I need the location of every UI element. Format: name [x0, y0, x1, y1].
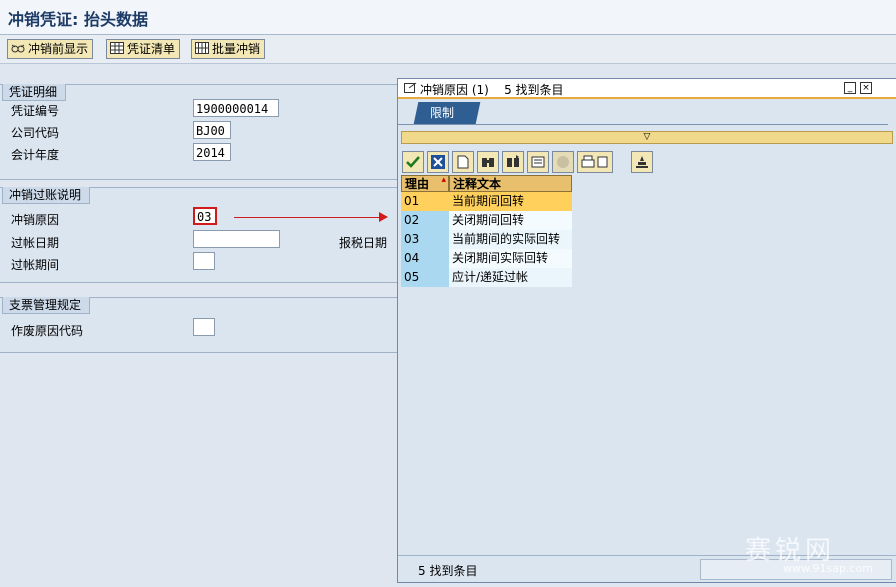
- sort-ascending-icon: ▴: [441, 175, 446, 185]
- reason-text-cell: 当前期间回转: [449, 192, 572, 211]
- status-text: 5 找到条目: [418, 564, 478, 578]
- popup-window-icon: [404, 82, 417, 97]
- group-header: 冲销过账说明: [2, 187, 91, 204]
- posting-period-field[interactable]: [193, 252, 215, 270]
- reversal-reason-popup: 冲销原因 (1) 5 找到条目 _ × 限制 ▽ 理由 ▴ 注释文本 01 当前…: [397, 78, 896, 583]
- fiscal-year-field[interactable]: 2014: [193, 143, 231, 161]
- reversal-posting-group: 冲销过账说明 冲销原因 03 过帐日期 报税日期 过帐期间: [0, 187, 399, 283]
- reason-text-cell: 应计/递延过帐: [449, 268, 572, 287]
- reason-code-cell: 02: [401, 211, 449, 230]
- column-header-text[interactable]: 注释文本: [449, 175, 572, 192]
- watermark-url: www.91sap.com: [783, 562, 873, 575]
- triangle-down-icon: ▽: [643, 132, 651, 142]
- new-document-icon[interactable]: [452, 151, 474, 173]
- reason-code-cell: 05: [401, 268, 449, 287]
- sort-icon[interactable]: [527, 151, 549, 173]
- company-code-field[interactable]: BJ00: [193, 121, 231, 139]
- settings-icon[interactable]: [631, 151, 653, 173]
- check-management-group: 支票管理规定 作废原因代码: [0, 297, 399, 353]
- reason-code-cell: 03: [401, 230, 449, 249]
- void-reason-field[interactable]: [193, 318, 215, 336]
- reversal-reason-label: 冲销原因: [11, 213, 60, 227]
- popup-title: 冲销原因 (1) 5 找到条目: [420, 83, 564, 97]
- find-icon[interactable]: [477, 151, 499, 173]
- tax-reporting-date-label: 报税日期: [339, 236, 388, 250]
- annotation-arrowhead: [379, 212, 388, 222]
- reason-text-cell: 关闭期间实际回转: [449, 249, 572, 268]
- reason-code-cell: 04: [401, 249, 449, 268]
- help-icon-disabled: [552, 151, 574, 173]
- batch-reversal-button[interactable]: 批量冲销: [191, 39, 266, 59]
- minimize-icon[interactable]: _: [844, 82, 856, 94]
- popup-toolbar: [398, 149, 896, 173]
- find-next-icon[interactable]: [502, 151, 524, 173]
- posting-date-field[interactable]: [193, 230, 280, 248]
- tab-underline: [398, 124, 888, 125]
- column-header-reason[interactable]: 理由 ▴: [401, 175, 449, 192]
- group-header: 支票管理规定: [2, 297, 91, 314]
- annotation-arrow: [234, 217, 382, 218]
- document-list-button[interactable]: 凭证清单: [106, 39, 181, 59]
- close-icon[interactable]: ×: [860, 82, 872, 94]
- print-icon[interactable]: [577, 151, 613, 173]
- display-before-reversal-button[interactable]: 冲销前显示: [7, 39, 94, 59]
- document-number-label: 凭证编号: [11, 104, 60, 118]
- document-details-group: 凭证明细 凭证编号 1900000014 公司代码 BJ00 会计年度 2014: [0, 84, 399, 180]
- company-code-label: 公司代码: [11, 126, 60, 140]
- posting-period-label: 过帐期间: [11, 258, 60, 272]
- collapse-restrictions-toggle[interactable]: ▽: [401, 131, 893, 144]
- grid-icon: [195, 41, 209, 54]
- confirm-icon[interactable]: [402, 151, 424, 173]
- fiscal-year-label: 会计年度: [11, 148, 60, 162]
- cancel-icon[interactable]: [427, 151, 449, 173]
- reversal-reason-field[interactable]: 03: [193, 207, 217, 225]
- reason-text-cell: 当前期间的实际回转: [449, 230, 572, 249]
- document-number-field[interactable]: 1900000014: [193, 99, 279, 117]
- reason-code-cell: 01: [401, 192, 449, 211]
- title-bar: 冲销凭证: 抬头数据: [0, 0, 896, 35]
- reason-text-cell: 关闭期间回转: [449, 211, 572, 230]
- group-header: 凭证明细: [2, 84, 67, 101]
- popup-titlebar: 冲销原因 (1) 5 找到条目 _ ×: [398, 79, 896, 99]
- void-reason-label: 作废原因代码: [11, 324, 84, 338]
- page-title: 冲销凭证: 抬头数据: [8, 10, 148, 29]
- application-toolbar: 冲销前显示 凭证清单 批量冲销: [0, 35, 896, 64]
- table-icon: [110, 41, 124, 54]
- tab-restrictions[interactable]: 限制: [413, 102, 481, 124]
- glasses-icon: [11, 41, 25, 53]
- posting-date-label: 过帐日期: [11, 236, 60, 250]
